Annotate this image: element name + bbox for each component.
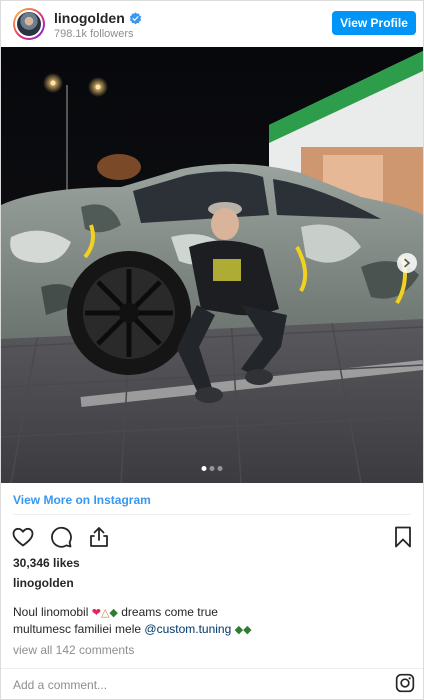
caption-text: dreams come true — [121, 605, 218, 619]
mention-link[interactable]: @custom.tuning — [144, 622, 231, 636]
photo-illustration — [1, 47, 423, 483]
instagram-embed: linogolden 798.1k followers View Profile — [0, 0, 424, 700]
post-photo[interactable] — [1, 47, 423, 483]
user-block: linogolden 798.1k followers — [54, 10, 142, 40]
add-comment-input[interactable]: Add a comment... — [13, 678, 107, 692]
carousel-dot[interactable] — [209, 466, 215, 471]
divider — [13, 514, 411, 515]
instagram-logo-icon[interactable] — [395, 673, 415, 693]
like-count[interactable]: 30,346 likes — [13, 556, 80, 570]
carousel-dot[interactable] — [217, 466, 223, 471]
caption-text: multumesc familiei mele — [13, 622, 142, 636]
divider — [1, 668, 423, 669]
avatar[interactable] — [13, 8, 45, 40]
view-more-link[interactable]: View More on Instagram — [13, 493, 151, 507]
view-profile-button[interactable]: View Profile — [332, 11, 416, 35]
verified-badge-icon — [129, 11, 141, 24]
username[interactable]: linogolden — [54, 10, 125, 26]
racing-car-emoji: ◆ — [243, 623, 252, 636]
red-heart-emoji: ❤ — [91, 606, 101, 619]
bookmark-icon[interactable] — [391, 525, 415, 549]
racing-car-emoji: ◆ — [109, 606, 118, 619]
racing-car-emoji: ◆ — [234, 623, 244, 636]
chevron-right-icon — [404, 258, 411, 268]
heart-icon[interactable] — [11, 525, 35, 549]
share-icon[interactable] — [87, 525, 111, 549]
post-header: linogolden 798.1k followers View Profile — [1, 1, 423, 47]
action-bar — [11, 525, 111, 549]
follower-count: 798.1k followers — [54, 28, 134, 40]
carousel-next-button[interactable] — [397, 253, 417, 273]
caption-username[interactable]: linogolden — [13, 576, 74, 590]
comment-icon[interactable] — [49, 525, 73, 549]
caption-text: Noul linomobil — [13, 605, 89, 619]
view-all-comments-link[interactable]: view all 142 comments — [13, 643, 134, 657]
carousel-dots — [201, 466, 223, 471]
post-caption: Noul linomobil ❤△◆ dreams come true mult… — [13, 604, 403, 638]
carousel-dot[interactable] — [201, 466, 207, 471]
